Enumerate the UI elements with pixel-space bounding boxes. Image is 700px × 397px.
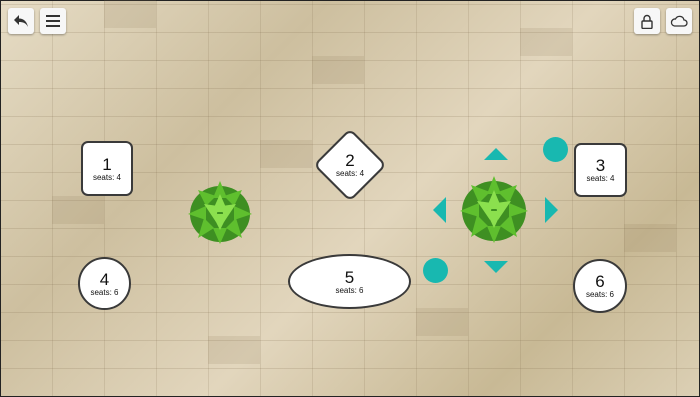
table-seats: seats: 4	[335, 168, 365, 178]
cloud-sync-button[interactable]	[666, 8, 692, 34]
move-up-arrow-icon[interactable]	[484, 148, 508, 160]
table-5[interactable]: 5 seats: 6	[288, 254, 411, 309]
menu-button[interactable]	[40, 8, 66, 34]
plant-icon[interactable]	[458, 175, 530, 243]
table-seats: seats: 4	[92, 172, 121, 182]
back-arrow-icon	[14, 15, 28, 27]
table-seats: seats: 6	[335, 285, 364, 295]
plant-icon[interactable]	[186, 180, 254, 244]
lock-button[interactable]	[634, 8, 660, 34]
lock-icon	[641, 14, 653, 29]
table-1[interactable]: 1 seats: 4	[81, 141, 133, 196]
table-number: 6	[595, 272, 605, 291]
table-seats: seats: 6	[585, 290, 614, 299]
hamburger-menu-icon	[46, 15, 60, 27]
cloud-icon	[670, 15, 688, 27]
table-seats: seats: 4	[586, 174, 615, 183]
table-number: 3	[595, 156, 606, 175]
table-3[interactable]: 3 seats: 4	[574, 143, 627, 197]
move-right-arrow-icon[interactable]	[545, 197, 558, 223]
table-seats: seats: 6	[90, 287, 119, 297]
table-number: 2	[345, 150, 355, 170]
move-left-arrow-icon[interactable]	[433, 197, 446, 223]
table-number: 5	[344, 267, 355, 287]
resize-handle[interactable]	[423, 258, 448, 283]
table-6[interactable]: 6 seats: 6	[573, 259, 627, 313]
move-down-arrow-icon[interactable]	[484, 261, 508, 273]
table-number: 1	[102, 154, 112, 174]
table-number: 4	[99, 269, 110, 289]
table-4[interactable]: 4 seats: 6	[78, 257, 131, 310]
back-button[interactable]	[8, 8, 34, 34]
rotate-handle[interactable]	[543, 137, 568, 162]
